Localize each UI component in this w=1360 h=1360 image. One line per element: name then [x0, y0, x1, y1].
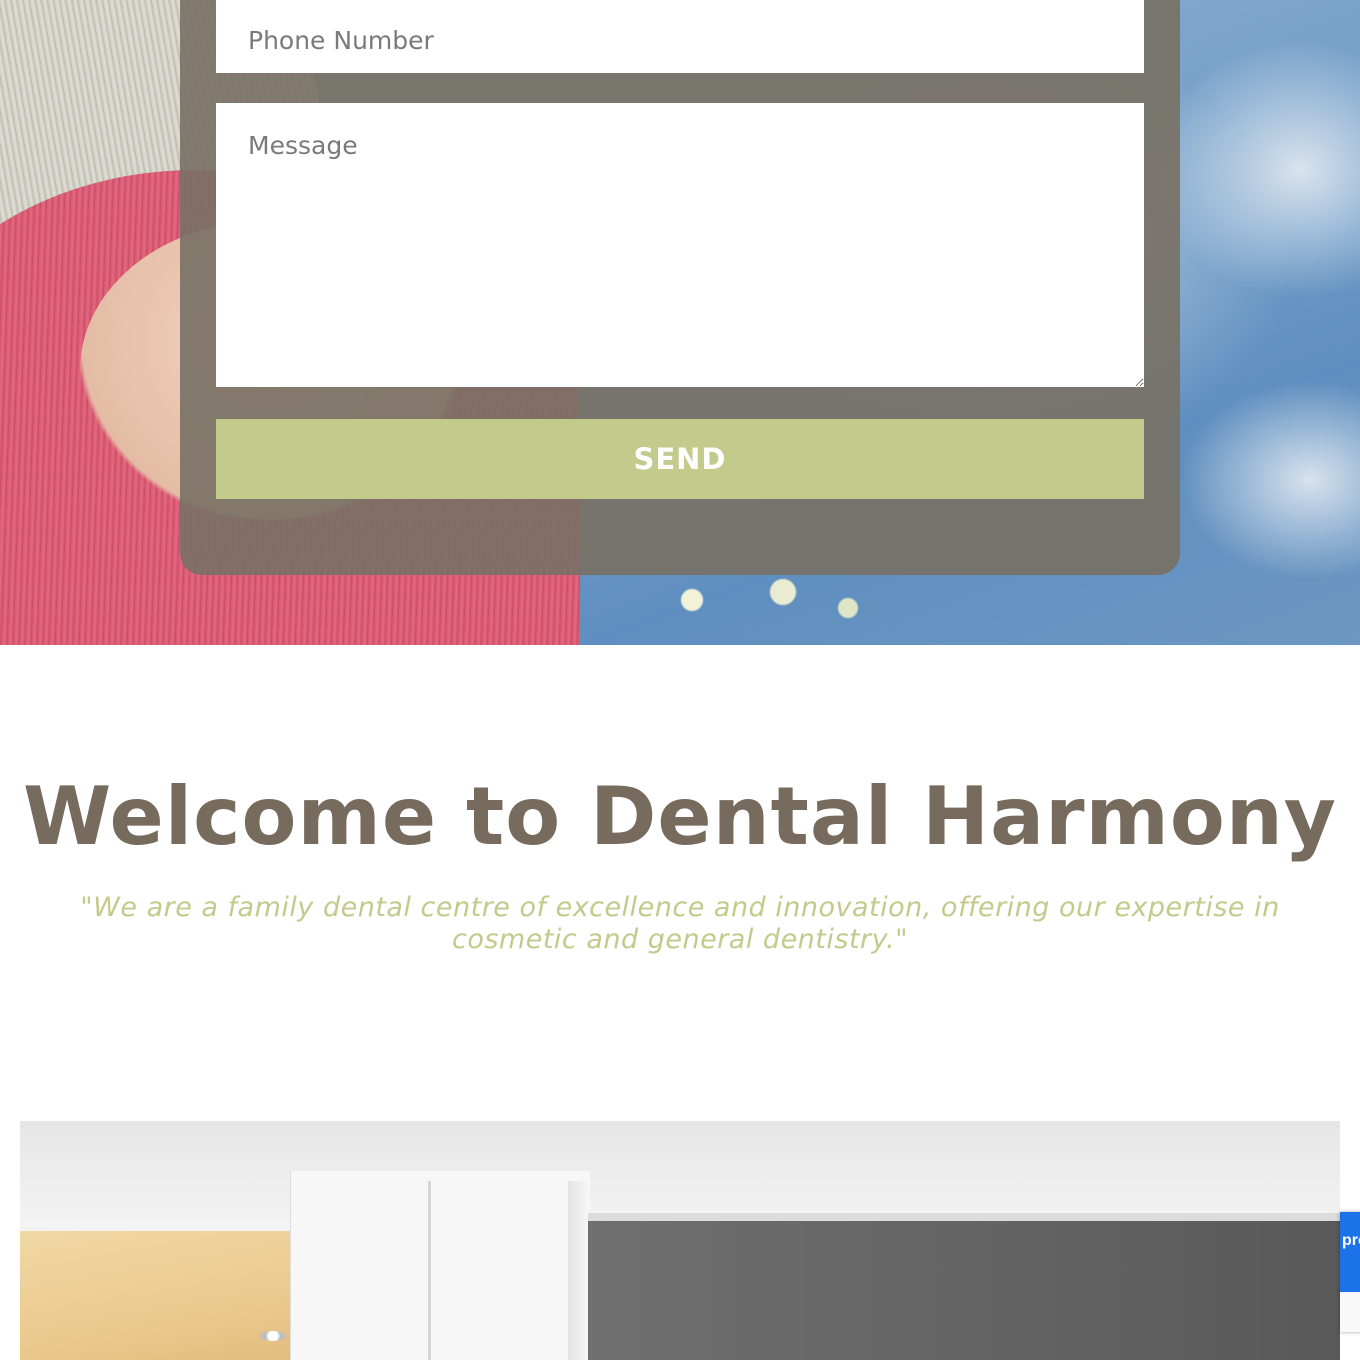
- clinic-cabinet-seam: [428, 1181, 431, 1360]
- welcome-quote: "We are a family dental centre of excell…: [80, 892, 1280, 955]
- background-cloud: [1180, 380, 1360, 580]
- clinic-cabinet: [290, 1171, 590, 1360]
- clinic-ceiling: [20, 1121, 1340, 1221]
- clinic-grey-wall: [588, 1221, 1340, 1360]
- phone-number-input[interactable]: [216, 0, 1144, 73]
- contact-form: SEND: [180, 0, 1180, 575]
- welcome-title: Welcome to Dental Harmony: [23, 770, 1337, 863]
- clinic-cabinet-edge: [568, 1181, 588, 1360]
- recaptcha-badge-text: pro: [1342, 1232, 1360, 1249]
- recaptcha-badge[interactable]: pro: [1340, 1212, 1360, 1332]
- background-cloud: [1150, 40, 1360, 300]
- send-button[interactable]: SEND: [216, 419, 1144, 499]
- hero-section: SEND: [0, 0, 1360, 645]
- recaptcha-logo-area: [1340, 1212, 1360, 1292]
- clinic-interior-image: [20, 1121, 1340, 1360]
- clinic-ceiling-lamp: [260, 1331, 286, 1341]
- message-textarea[interactable]: [216, 103, 1144, 387]
